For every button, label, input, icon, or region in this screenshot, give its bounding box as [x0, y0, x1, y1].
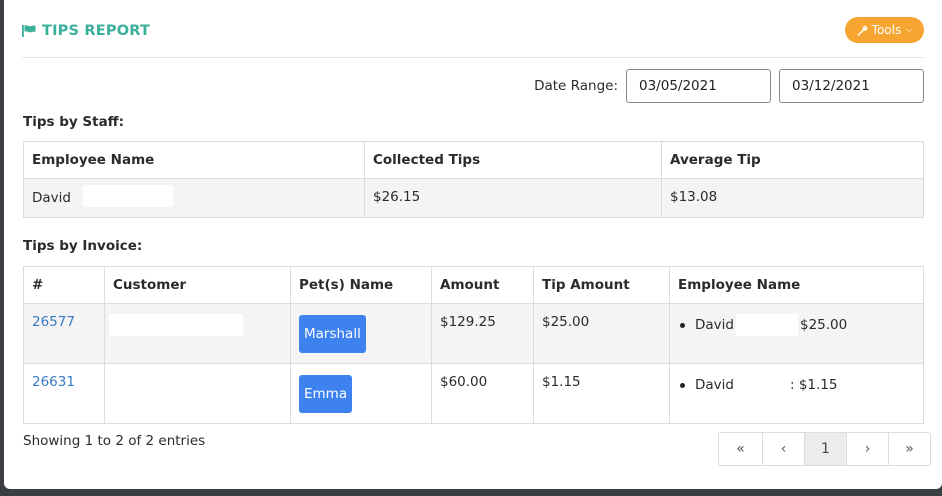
- report-header: TIPS REPORT Tools ⌵: [22, 14, 924, 58]
- pagination-first-button[interactable]: «: [719, 433, 762, 465]
- employee-tip: : $1.15: [789, 377, 838, 393]
- invoice-table: # Customer Pet(s) Name Amount Tip Amount…: [23, 266, 924, 424]
- date-start-input[interactable]: [626, 69, 771, 103]
- pet-cell: Emma: [290, 363, 432, 424]
- table-row: 26631 Emma $60.00 $1.15 David : $1.15: [23, 363, 924, 424]
- page-title-text: TIPS REPORT: [42, 23, 151, 39]
- employee-tip: $25.00: [799, 317, 848, 333]
- redacted-block: [83, 185, 174, 207]
- pagination-next-button[interactable]: ›: [846, 433, 888, 465]
- tip-amount-cell: $1.15: [533, 363, 670, 424]
- column-header: Amount: [431, 266, 534, 304]
- pet-name-button[interactable]: Marshall: [299, 315, 366, 353]
- tools-button[interactable]: Tools ⌵: [845, 17, 924, 43]
- invoice-link[interactable]: 26631: [32, 374, 75, 390]
- employee-name: David: [32, 190, 71, 206]
- average-tip-cell: $13.08: [661, 178, 924, 218]
- date-range-label: Date Range:: [534, 78, 618, 94]
- amount-cell: $129.25: [431, 303, 534, 364]
- employee-name: David: [695, 377, 734, 393]
- redacted-block: [735, 314, 798, 336]
- column-header: Pet(s) Name: [290, 266, 432, 304]
- invoice-header-row: # Customer Pet(s) Name Amount Tip Amount…: [23, 266, 924, 304]
- list-item: David $25.00: [678, 314, 915, 336]
- column-header: #: [23, 266, 105, 304]
- redacted-block: [735, 374, 788, 396]
- date-range-row: Date Range:: [534, 69, 924, 103]
- employee-cell: David: [23, 178, 365, 218]
- bullet-icon: [680, 322, 685, 328]
- entries-info: Showing 1 to 2 of 2 entries: [23, 433, 206, 449]
- table-row: David $26.15 $13.08: [23, 178, 924, 218]
- employee-name: David: [695, 317, 734, 333]
- column-header: Average Tip: [661, 141, 924, 179]
- invoice-number-cell: 26577: [23, 303, 105, 364]
- chevron-down-icon: ⌵: [906, 25, 913, 34]
- customer-cell: [104, 363, 291, 424]
- column-header: Collected Tips: [364, 141, 662, 179]
- staff-table: Employee Name Collected Tips Average Tip…: [23, 141, 924, 218]
- amount-cell: $60.00: [431, 363, 534, 424]
- column-header: Customer: [104, 266, 291, 304]
- redacted-block: [109, 314, 243, 336]
- invoice-link[interactable]: 26577: [32, 314, 75, 330]
- customer-cell: [104, 303, 291, 364]
- tip-amount-cell: $25.00: [533, 303, 670, 364]
- pet-cell: Marshall: [290, 303, 432, 364]
- employee-cell: David : $1.15: [669, 363, 924, 424]
- pagination-last-button[interactable]: »: [888, 433, 930, 465]
- staff-header-row: Employee Name Collected Tips Average Tip: [23, 141, 924, 179]
- column-header: Employee Name: [23, 141, 365, 179]
- pagination-page-button[interactable]: 1: [804, 433, 846, 465]
- column-header: Employee Name: [669, 266, 924, 304]
- list-item: David : $1.15: [678, 374, 915, 396]
- bullet-icon: [680, 382, 685, 388]
- page-title: TIPS REPORT: [22, 23, 150, 39]
- wrench-icon: [857, 25, 867, 36]
- staff-section-title: Tips by Staff:: [23, 114, 125, 130]
- flag-icon: [22, 25, 36, 37]
- employee-cell: David $25.00: [669, 303, 924, 364]
- invoice-number-cell: 26631: [23, 363, 105, 424]
- tips-report-panel: TIPS REPORT Tools ⌵ Date Range: Tips by …: [4, 0, 942, 489]
- pagination-prev-button[interactable]: ‹: [762, 433, 804, 465]
- tools-button-label: Tools: [871, 23, 902, 37]
- invoice-section-title: Tips by Invoice:: [23, 238, 143, 254]
- pagination: « ‹ 1 › »: [718, 432, 931, 466]
- pet-name-button[interactable]: Emma: [299, 375, 353, 413]
- collected-tips-cell: $26.15: [364, 178, 662, 218]
- table-row: 26577 Marshall $129.25 $25.00 David $25.…: [23, 303, 924, 364]
- column-header: Tip Amount: [533, 266, 670, 304]
- date-end-input[interactable]: [779, 69, 924, 103]
